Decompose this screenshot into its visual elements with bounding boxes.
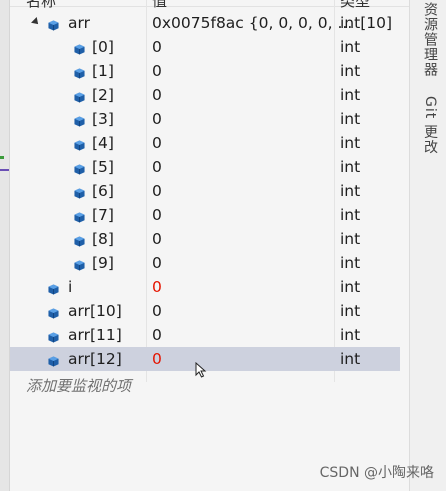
watch-value[interactable]: 0 xyxy=(152,38,162,56)
change-marker xyxy=(0,156,4,159)
watch-row[interactable]: [9] 0 int xyxy=(10,251,400,275)
watch-name[interactable]: arr xyxy=(68,14,90,32)
cube-icon xyxy=(74,65,85,79)
mouse-cursor-icon xyxy=(195,362,207,378)
watch-value[interactable]: 0 xyxy=(152,278,162,296)
watch-name[interactable]: [9] xyxy=(92,254,114,272)
watch-name[interactable]: arr[12] xyxy=(68,350,122,368)
watch-panel: 名称 值 类型 arr 0x0075f8ac {0, 0, 0, 0, ... in… xyxy=(10,0,409,491)
watch-value[interactable]: 0 xyxy=(152,62,162,80)
watch-name[interactable]: [1] xyxy=(92,62,114,80)
watch-name[interactable]: arr[11] xyxy=(68,326,122,344)
watch-name[interactable]: [4] xyxy=(92,134,114,152)
cube-icon xyxy=(48,305,59,319)
cube-icon xyxy=(48,17,59,31)
watch-name[interactable]: arr[10] xyxy=(68,302,122,320)
watch-name[interactable]: [0] xyxy=(92,38,114,56)
add-watch-input[interactable]: 添加要监视的项 xyxy=(26,375,131,396)
watch-row[interactable]: [5] 0 int xyxy=(10,155,400,179)
cube-icon xyxy=(74,89,85,103)
watch-value[interactable]: 0 xyxy=(152,206,162,224)
watch-window: 名称 值 类型 arr 0x0075f8ac {0, 0, 0, 0, ... in… xyxy=(0,0,446,491)
watch-name[interactable]: [7] xyxy=(92,206,114,224)
watch-row[interactable]: [8] 0 int xyxy=(10,227,400,251)
watch-name[interactable]: i xyxy=(68,278,72,296)
watch-type: int xyxy=(340,230,361,248)
cube-icon xyxy=(48,329,59,343)
watch-type: int[10] xyxy=(340,14,393,32)
cube-icon xyxy=(74,161,85,175)
header-value[interactable]: 值 xyxy=(152,0,167,11)
watch-type: int xyxy=(340,254,361,272)
watch-name[interactable]: [3] xyxy=(92,110,114,128)
watch-type: int xyxy=(340,86,361,104)
watch-value[interactable]: 0 xyxy=(152,350,162,368)
watch-name[interactable]: [5] xyxy=(92,158,114,176)
watch-type: int xyxy=(340,182,361,200)
watch-value[interactable]: 0 xyxy=(152,302,162,320)
watch-value[interactable]: 0 xyxy=(152,134,162,152)
watch-row[interactable]: arr 0x0075f8ac {0, 0, 0, 0, ... int[10] xyxy=(10,11,400,35)
cube-icon xyxy=(48,353,59,367)
cube-icon xyxy=(74,233,85,247)
watch-type: int xyxy=(340,110,361,128)
watch-value[interactable]: 0 xyxy=(152,230,162,248)
watch-row[interactable]: [2] 0 int xyxy=(10,83,400,107)
watch-row[interactable]: arr[10] 0 int xyxy=(10,299,400,323)
watermark: CSDN @小陶来咯 xyxy=(319,465,434,481)
watch-type: int xyxy=(340,62,361,80)
watch-type: int xyxy=(340,158,361,176)
watch-type: int xyxy=(340,326,361,344)
expand-triangle-icon[interactable] xyxy=(31,17,41,27)
watch-type: int xyxy=(340,278,361,296)
watch-row[interactable]: [7] 0 int xyxy=(10,203,400,227)
tab-git-changes[interactable]: Git 更改 xyxy=(420,96,440,155)
watch-type: int xyxy=(340,38,361,56)
header-name[interactable]: 名称 xyxy=(26,0,56,11)
column-header: 名称 值 类型 xyxy=(10,0,409,10)
watch-name[interactable]: [2] xyxy=(92,86,114,104)
tab-solution-explorer[interactable]: 资源管理器 xyxy=(420,2,440,77)
watch-row[interactable]: [4] 0 int xyxy=(10,131,400,155)
side-tab-strip: 资源管理器 Git 更改 xyxy=(409,0,446,491)
watch-type: int xyxy=(340,206,361,224)
cube-icon xyxy=(74,113,85,127)
cube-icon xyxy=(74,257,85,271)
editor-gutter xyxy=(0,0,10,491)
watch-value[interactable]: 0 xyxy=(152,110,162,128)
watch-value[interactable]: 0 xyxy=(152,182,162,200)
cube-icon xyxy=(74,137,85,151)
watch-type: int xyxy=(340,350,361,368)
watch-name[interactable]: [8] xyxy=(92,230,114,248)
watch-type: int xyxy=(340,134,361,152)
watch-value[interactable]: 0 xyxy=(152,326,162,344)
watch-name[interactable]: [6] xyxy=(92,182,114,200)
watch-row[interactable]: [0] 0 int xyxy=(10,35,400,59)
watch-row[interactable]: [1] 0 int xyxy=(10,59,400,83)
watch-type: int xyxy=(340,302,361,320)
watch-row[interactable]: i 0 int xyxy=(10,275,400,299)
watch-row[interactable]: [6] 0 int xyxy=(10,179,400,203)
watch-value[interactable]: 0x0075f8ac {0, 0, 0, 0, ... xyxy=(152,14,352,32)
watch-value[interactable]: 0 xyxy=(152,158,162,176)
watch-row[interactable]: [3] 0 int xyxy=(10,107,400,131)
cube-icon xyxy=(74,41,85,55)
watch-row[interactable]: arr[11] 0 int xyxy=(10,323,400,347)
header-type[interactable]: 类型 xyxy=(340,0,370,11)
cube-icon xyxy=(74,185,85,199)
change-marker xyxy=(0,169,9,171)
cube-icon xyxy=(48,281,59,295)
watch-value[interactable]: 0 xyxy=(152,254,162,272)
watch-value[interactable]: 0 xyxy=(152,86,162,104)
cube-icon xyxy=(74,209,85,223)
